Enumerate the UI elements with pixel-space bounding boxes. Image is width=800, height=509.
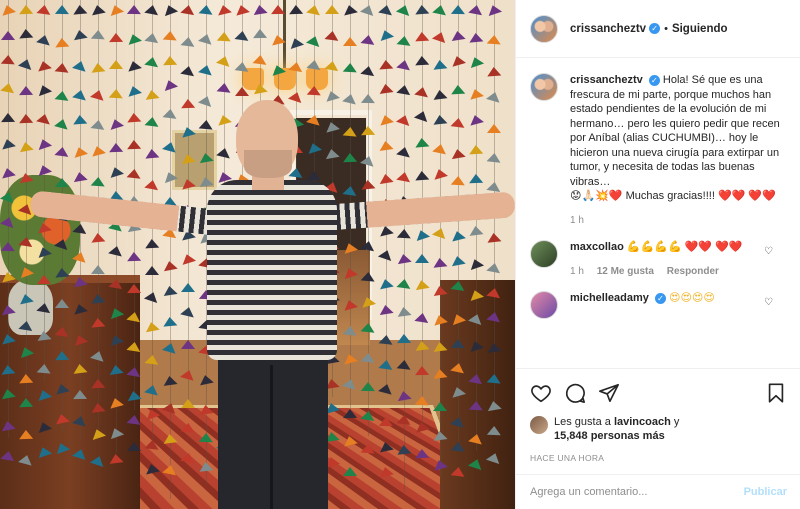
likes-count[interactable]: 15,848 personas más (554, 430, 665, 442)
add-comment-bar: Publicar (516, 474, 800, 509)
share-icon[interactable] (598, 382, 620, 404)
likes-connector: y (673, 416, 680, 428)
post-photo[interactable] (0, 0, 515, 509)
comment-hearts: ❤️❤️ ❤️❤️ (684, 241, 743, 253)
comment-avatar[interactable] (530, 291, 558, 319)
caption-time[interactable]: 1 h (570, 215, 584, 226)
post-actions: Les gusta a lavincoach y 15,848 personas… (516, 368, 800, 463)
comment-item: maxcollao 💪💪💪💪 ❤️❤️ ❤️❤️ 1 h 12 Me gusta… (530, 240, 787, 279)
comment-item: michelleadamy ✓ 😍😍😍😍 ♡ (530, 291, 787, 319)
likes-summary: Les gusta a lavincoach y 15,848 personas… (530, 415, 787, 443)
caption-username[interactable]: crissancheztv (570, 74, 643, 86)
comment-like-heart-icon[interactable]: ♡ (764, 297, 773, 308)
photo-person (0, 0, 515, 509)
caption-tail: Muchas gracias!!!! (625, 190, 715, 202)
caption-text: Hola! Sé que es una frescura de mi parte… (570, 74, 780, 188)
comment-avatar[interactable] (530, 240, 558, 268)
comments-list[interactable]: crissancheztv ✓ Hola! Sé que es una fres… (516, 59, 800, 367)
comment-username[interactable]: maxcollao (570, 241, 624, 253)
follow-status-button[interactable]: Siguiendo (672, 23, 728, 35)
caption-meta: 1 h (570, 214, 787, 229)
action-icons (530, 381, 787, 405)
post-header: crissancheztv ✓ • Siguiendo (516, 0, 800, 58)
bookmark-icon[interactable] (765, 382, 787, 404)
comment-username[interactable]: michelleadamy (570, 292, 649, 304)
heart-icon[interactable] (530, 382, 552, 404)
post-date[interactable]: HACE UNA HORA (530, 453, 787, 463)
comment-emojis: 😍😍😍😍 (669, 292, 715, 304)
reply-button[interactable]: Responder (667, 266, 719, 277)
caption-avatar[interactable] (530, 73, 558, 101)
caption-hearts: ❤️❤️ ❤️❤️ (717, 190, 776, 202)
comment-emojis: 💪💪💪💪 (626, 241, 682, 253)
liker-avatar[interactable] (530, 416, 548, 434)
comment-icon[interactable] (564, 382, 586, 404)
comment-time[interactable]: 1 h (570, 266, 584, 277)
comment-likes[interactable]: 12 Me gusta (597, 266, 654, 277)
comment-like-heart-icon[interactable]: ♡ (764, 246, 773, 257)
author-username[interactable]: crissancheztv (570, 23, 646, 35)
comment-input[interactable] (530, 486, 744, 498)
likes-prefix: Les gusta a (554, 416, 611, 428)
author-avatar[interactable] (530, 14, 558, 43)
publish-button[interactable]: Publicar (744, 486, 787, 498)
caption-comment: crissancheztv ✓ Hola! Sé que es una fres… (530, 73, 787, 228)
verified-icon: ✓ (648, 74, 660, 86)
separator-dot: • (664, 22, 668, 35)
caption-emojis: 😟🙏🏻💥❤️ (570, 190, 623, 202)
verified-icon: ✓ (654, 292, 666, 304)
comment-meta: 1 h 12 Me gusta Responder (570, 265, 787, 280)
likes-user[interactable]: lavincoach (614, 416, 671, 428)
post-panel: crissancheztv ✓ • Siguiendo crissanchezt… (515, 0, 800, 509)
verified-icon: ✓ (649, 23, 661, 34)
